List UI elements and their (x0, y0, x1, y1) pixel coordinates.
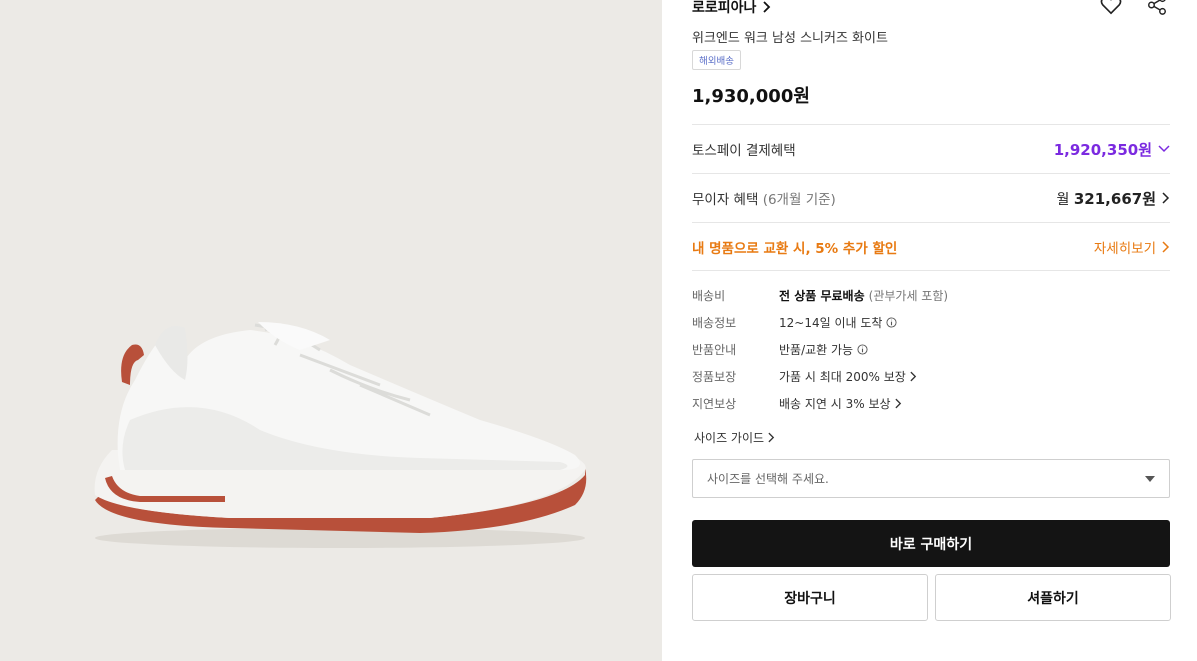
share-button[interactable] (1144, 0, 1170, 18)
wishlist-button[interactable] (1098, 0, 1124, 18)
installment-row[interactable]: 무이자 혜택 (6개월 기준) 월 321,667원 (692, 173, 1170, 222)
return-info-key: 반품안내 (692, 343, 737, 357)
shipping-fee-note: (관부가세 포함) (868, 289, 949, 303)
delay-compensation-row: 지연보상 배송 지연 시 3% 보상 (692, 390, 1170, 417)
product-image[interactable] (0, 0, 662, 661)
toss-benefit-toggle[interactable]: 1,920,350원 (1054, 139, 1170, 160)
chevron-right-icon (1162, 240, 1170, 253)
white-sneaker-image (94, 322, 587, 548)
authentic-guarantee-key: 정품보장 (692, 370, 737, 384)
promo-detail-text: 자세히보기 (1093, 240, 1156, 257)
delay-compensation-key: 지연보상 (692, 397, 737, 411)
delivery-info-row: 배송정보 12~14일 이내 도착 (692, 309, 1170, 336)
promo-detail-link[interactable]: 자세히보기 (1094, 237, 1170, 257)
chevron-right-icon (910, 371, 917, 382)
toss-benefit-label: 토스페이 결제혜택 (692, 143, 796, 159)
installment-label: 무이자 혜택 (692, 192, 759, 208)
toss-benefit-row: 토스페이 결제혜택 1,920,350원 (692, 124, 1170, 173)
delay-compensation-link[interactable]: 배송 지연 시 3% 보상 (779, 395, 902, 412)
brand-name: 로로피아나 (692, 0, 757, 16)
size-select-placeholder: 사이즈를 선택해 주세요. (707, 472, 829, 486)
shipping-fee-value: 전 상품 무료배송 (779, 289, 865, 303)
chevron-right-icon (763, 1, 771, 13)
info-icon (886, 317, 897, 328)
installment-amount: 321,667원 (1073, 189, 1156, 208)
toss-price: 1,920,350원 (1053, 140, 1152, 159)
delivery-info-key: 배송정보 (692, 316, 737, 330)
add-to-cart-button[interactable]: 장바구니 (692, 574, 928, 621)
caret-down-icon (1145, 475, 1155, 482)
chevron-right-icon (768, 432, 775, 443)
product-price: 1,930,000원 (692, 86, 810, 107)
shipping-fee-row: 배송비 전 상품 무료배송 (관부가세 포함) (692, 282, 1170, 309)
size-guide-label: 사이즈 가이드 (694, 431, 765, 445)
authentic-guarantee-link[interactable]: 가품 시 최대 200% 보장 (779, 368, 917, 385)
return-info-row: 반품안내 반품/교환 가능 (692, 336, 1170, 363)
chevron-right-icon (1162, 192, 1170, 204)
product-title: 위크엔드 워크 남성 스니커즈 화이트 (692, 31, 888, 46)
overseas-shipping-badge: 해외배송 (692, 50, 741, 70)
installment-sub: (6개월 기준) (762, 192, 836, 208)
size-guide-link[interactable]: 사이즈 가이드 (694, 429, 775, 446)
installment-prefix: 월 (1056, 191, 1070, 208)
share-icon (1148, 0, 1166, 15)
chevron-right-icon (894, 398, 901, 409)
header-actions (1098, 0, 1170, 18)
brand-link[interactable]: 로로피아나 (692, 0, 771, 17)
chevron-down-icon (1158, 145, 1170, 153)
shipping-info: 배송비 전 상품 무료배송 (관부가세 포함) 배송정보 12~14일 이내 도착… (692, 282, 1170, 417)
shipping-fee-key: 배송비 (692, 289, 726, 303)
buy-now-button[interactable]: 바로 구매하기 (692, 520, 1170, 567)
return-info-value[interactable]: 반품/교환 가능 (779, 341, 868, 358)
authentic-guarantee-row: 정품보장 가품 시 최대 200% 보장 (692, 363, 1170, 390)
trade-in-promo-row: 내 명품으로 교환 시, 5% 추가 할인 자세히보기 (692, 222, 1170, 271)
delivery-info-value[interactable]: 12~14일 이내 도착 (779, 314, 897, 331)
brand-row: 로로피아나 (692, 0, 771, 20)
size-select[interactable]: 사이즈를 선택해 주세요. (692, 459, 1170, 498)
info-icon (857, 344, 868, 355)
showroom-button[interactable]: 셔플하기 (935, 574, 1171, 621)
trade-in-promo-label: 내 명품으로 교환 시, 5% 추가 할인 (692, 240, 898, 257)
product-info-panel: 로로피아나 위크엔드 워크 남성 스니커즈 화이트 해외배송 1,930,000… (692, 0, 1171, 661)
heart-icon (1100, 0, 1122, 15)
